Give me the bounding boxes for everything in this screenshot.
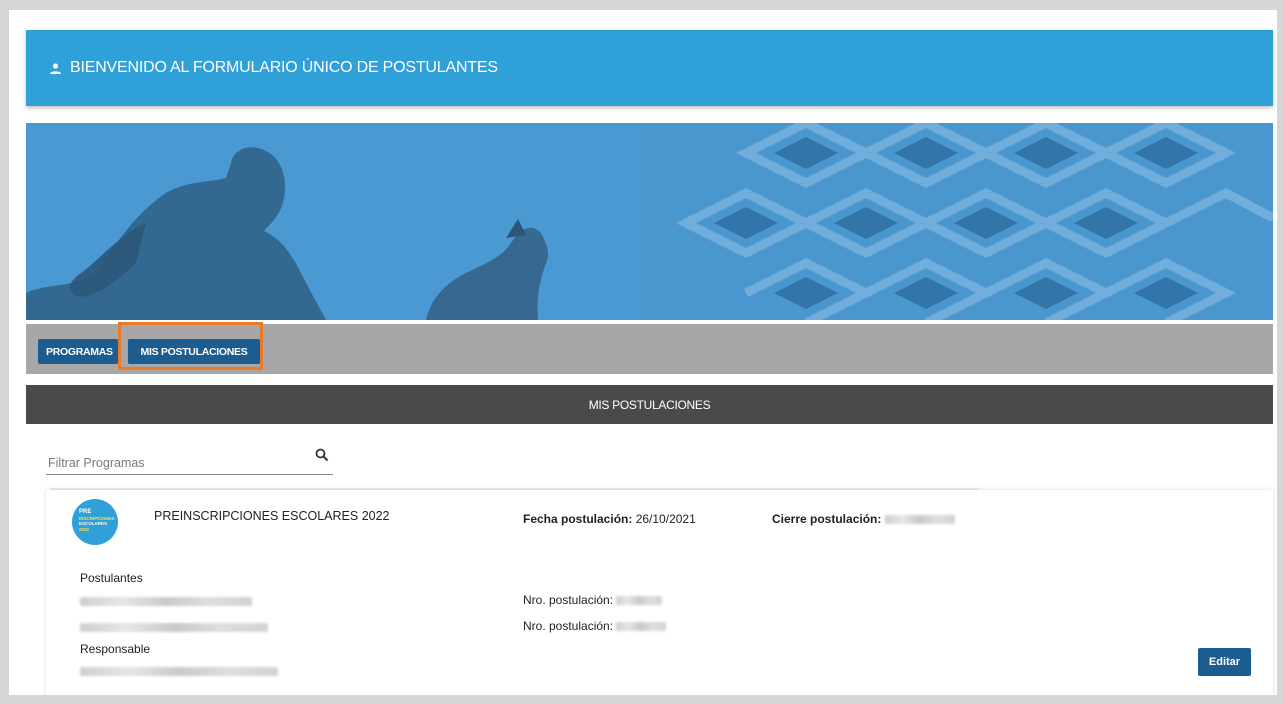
program-logo: PRE INSCRIPCIONES ESCOLARES 2022 [72,499,118,545]
fecha-label: Fecha postulación: [523,512,633,526]
fecha-value: 26/10/2021 [635,512,696,526]
tab-programas[interactable]: PROGRAMAS [38,339,118,364]
postulantes-heading: Postulantes [80,571,143,585]
postulante-row [80,593,252,611]
redacted-nro [616,596,663,606]
application-card: PRE INSCRIPCIONES ESCOLARES 2022 PREINSC… [46,490,1273,695]
header-title: BIENVENIDO AL FORMULARIO ÚNICO DE POSTUL… [70,59,498,76]
redacted-nro [616,622,667,632]
postulante-row [80,619,268,637]
program-title: PREINSCRIPCIONES ESCOLARES 2022 [154,509,390,523]
redacted-postulante-name [80,597,252,607]
filter-programs-input[interactable] [46,452,300,474]
welcome-header: BIENVENIDO AL FORMULARIO ÚNICO DE POSTUL… [26,30,1273,106]
fecha-postulacion: Fecha postulación: 26/10/2021 [523,512,696,526]
logo-text-escolares: ESCOLARES [79,521,108,526]
hero-banner [26,123,1273,320]
section-title: MIS POSTULACIONES [26,385,1273,424]
nro-label: Nro. postulación: [523,619,614,633]
responsable-row [80,663,278,681]
page-container: BIENVENIDO AL FORMULARIO ÚNICO DE POSTUL… [9,10,1277,695]
filter-field [46,442,333,475]
edit-button[interactable]: Editar [1198,648,1251,676]
nro-postulacion: Nro. postulación: [523,619,667,633]
cierre-label: Cierre postulación: [772,512,882,526]
search-icon[interactable] [315,448,329,462]
nro-postulacion: Nro. postulación: [523,593,663,607]
logo-text-year: 2022 [79,527,90,532]
tab-bar: PROGRAMAS MIS POSTULACIONES [26,324,1273,374]
redacted-responsable-name [80,667,278,677]
nro-label: Nro. postulación: [523,593,614,607]
user-icon [49,62,62,74]
tab-mis-postulaciones[interactable]: MIS POSTULACIONES [128,339,260,364]
responsable-heading: Responsable [80,642,151,656]
redacted-postulante-name [80,623,268,633]
logo-text-pre: PRE [79,509,92,515]
banner-image [26,123,1273,320]
redacted-cierre-date [884,515,955,525]
cierre-postulacion: Cierre postulación: [772,512,955,526]
